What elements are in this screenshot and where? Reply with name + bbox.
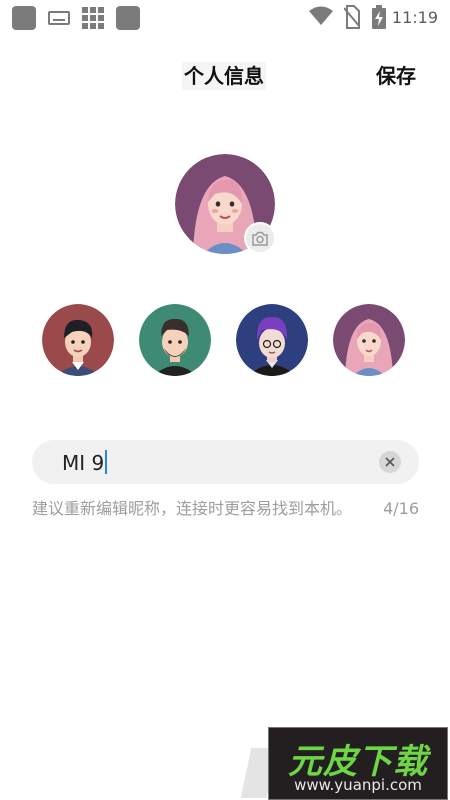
avatar-female-pink-hair bbox=[333, 304, 405, 376]
page-title: 个人信息 bbox=[182, 62, 266, 90]
avatar-option-3[interactable] bbox=[236, 304, 308, 376]
watermark-logo: 元皮下载 www.yuanpi.com bbox=[268, 727, 448, 800]
nickname-input[interactable]: MI 9 bbox=[62, 450, 107, 475]
avatar-male-black-hair bbox=[42, 304, 114, 376]
avatar-option-4[interactable] bbox=[333, 304, 405, 376]
nickname-char-counter: 4/16 bbox=[383, 499, 419, 518]
nickname-field[interactable]: MI 9 bbox=[32, 440, 419, 484]
avatar-male-beard bbox=[139, 304, 211, 376]
avatar-option-2[interactable] bbox=[139, 304, 211, 376]
status-bar: 11:19 bbox=[0, 0, 450, 34]
camera-icon bbox=[252, 231, 268, 246]
close-icon bbox=[385, 457, 395, 467]
avatar-option-1[interactable] bbox=[42, 304, 114, 376]
change-avatar-camera-button[interactable] bbox=[244, 222, 276, 254]
avatar-purple-hair bbox=[236, 304, 308, 376]
grid-icon bbox=[82, 7, 104, 29]
no-sim-icon bbox=[344, 5, 360, 29]
app-square-icon bbox=[116, 6, 140, 30]
clear-nickname-button[interactable] bbox=[379, 451, 401, 473]
wifi-icon bbox=[309, 6, 333, 25]
battery-charging-icon bbox=[372, 5, 386, 29]
keyboard-icon bbox=[48, 11, 70, 25]
app-square-icon bbox=[12, 6, 36, 30]
watermark-url: www.yuanpi.com bbox=[294, 776, 422, 794]
nickname-hint: 建议重新编辑昵称，连接时更容易找到本机。 bbox=[32, 499, 353, 518]
save-button[interactable]: 保存 bbox=[376, 62, 416, 90]
status-time: 11:19 bbox=[391, 8, 438, 27]
